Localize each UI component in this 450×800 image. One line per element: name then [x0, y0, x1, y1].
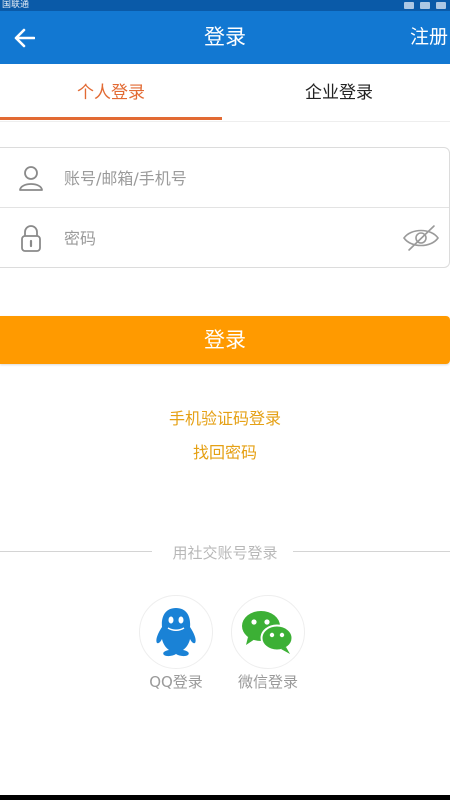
- login-button[interactable]: 登录: [0, 316, 450, 364]
- app-bar: 登录 注册: [0, 11, 450, 64]
- password-row: [0, 208, 449, 268]
- lock-icon: [21, 225, 41, 252]
- sms-login-link[interactable]: 手机验证码登录: [0, 405, 450, 429]
- signal-icon: [404, 2, 414, 9]
- active-tab-indicator: [0, 117, 222, 120]
- qq-login-label: QQ登录: [149, 673, 203, 691]
- tab-enterprise-login[interactable]: 企业登录: [228, 64, 450, 122]
- register-button[interactable]: 注册: [410, 11, 450, 64]
- system-nav-bar: [0, 795, 450, 800]
- qq-icon: [156, 608, 196, 657]
- login-form: [0, 147, 450, 268]
- password-input[interactable]: [64, 222, 384, 254]
- wechat-login-label: 微信登录: [237, 673, 298, 691]
- tab-personal-login[interactable]: 个人登录: [0, 64, 222, 122]
- user-icon: [19, 166, 43, 191]
- account-input[interactable]: [64, 162, 384, 194]
- qq-login-button[interactable]: [139, 595, 213, 669]
- page-title: 登录: [204, 25, 246, 49]
- carrier-text: 国联通: [2, 0, 30, 10]
- account-row: [0, 148, 449, 208]
- social-divider-text: 用社交账号登录: [172, 544, 278, 562]
- battery-icon: [436, 2, 446, 9]
- wifi-icon: [420, 2, 430, 9]
- wechat-login-button[interactable]: [231, 595, 305, 669]
- wechat-icon: [242, 611, 294, 654]
- login-type-tabs: 个人登录 企业登录: [0, 64, 450, 122]
- status-bar: 国联通: [0, 0, 450, 11]
- eye-off-icon[interactable]: [401, 222, 441, 254]
- forgot-password-link[interactable]: 找回密码: [0, 439, 450, 463]
- status-icons: [404, 2, 446, 9]
- social-divider-right: [293, 551, 450, 552]
